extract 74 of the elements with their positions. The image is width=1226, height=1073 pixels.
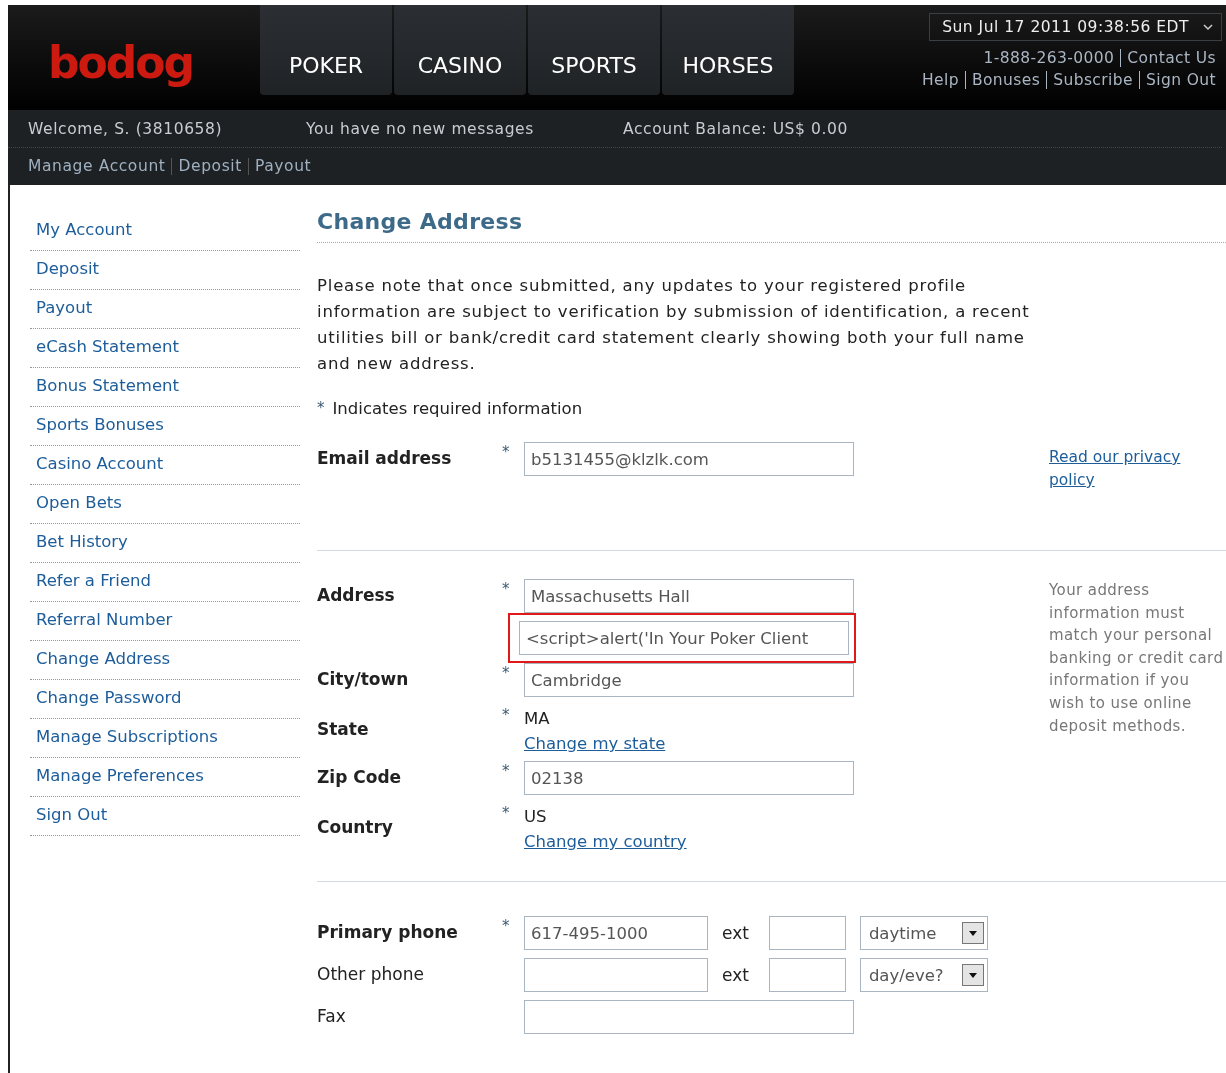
required-note: Indicates required information (332, 399, 583, 418)
text-field[interactable]: <script>alert('In Your Poker Client (519, 621, 849, 655)
field-label: State (317, 719, 369, 739)
sidebar-item[interactable]: Sports Bonuses (30, 408, 300, 446)
sidebar-item[interactable]: Referral Number (30, 603, 300, 641)
sidebar-item[interactable]: Refer a Friend (30, 564, 300, 602)
chevron-down-icon (1203, 23, 1213, 31)
required-mark: * (502, 664, 510, 682)
ext-label: ext (722, 923, 749, 943)
field-value: MA (524, 709, 551, 728)
header-link[interactable]: Contact Us (1120, 49, 1222, 67)
balance-text: Account Balance: US$ 0.00 (623, 119, 848, 138)
sidebar-item[interactable]: Bet History (30, 525, 300, 563)
date-dropdown[interactable]: Sun Jul 17 2011 09:38:56 EDT (929, 13, 1222, 41)
account-link[interactable]: Deposit (171, 158, 248, 175)
text-field[interactable]: 02138 (524, 761, 854, 795)
ext-field[interactable] (768, 958, 846, 992)
sidebar-item[interactable]: Sign Out (30, 798, 300, 836)
header-link[interactable]: Bonuses (964, 71, 1047, 89)
sidebar-item[interactable]: Deposit (30, 252, 300, 290)
field-label: Fax (317, 1006, 346, 1026)
nav-tab[interactable]: POKER (260, 5, 392, 95)
change-link[interactable]: Change my country (524, 832, 687, 851)
time-select[interactable]: daytime (859, 916, 988, 950)
sidebar-item[interactable]: Bonus Statement (30, 369, 300, 407)
sidebar-item[interactable]: Payout (30, 291, 300, 329)
phone-field[interactable]: 617-495-1000 (524, 916, 708, 950)
header-link[interactable]: Help (916, 71, 965, 89)
required-mark: * (502, 804, 510, 822)
sidebar-item[interactable]: Manage Preferences (30, 759, 300, 797)
time-select[interactable]: day/eve? (859, 958, 988, 992)
sidebar-item[interactable]: Change Password (30, 681, 300, 719)
text-field[interactable]: Cambridge (524, 663, 854, 697)
page-title: Change Address (317, 209, 1226, 243)
header-link[interactable]: Sign Out (1138, 71, 1222, 89)
privacy-link[interactable]: Read our privacy policy (1049, 446, 1224, 492)
field-label: Country (317, 817, 393, 837)
ext-field[interactable] (768, 916, 846, 950)
sidebar-item[interactable]: eCash Statement (30, 330, 300, 368)
field-value: US (524, 807, 548, 826)
address-note: Your address information must match your personal banking or credit card information if you wish to use online deposit methods. (1049, 580, 1224, 737)
field-label: City/town (317, 669, 409, 689)
field-label: Other phone (317, 964, 424, 984)
sidebar-item[interactable]: Change Address (30, 642, 300, 680)
sidebar-item[interactable]: My Account (30, 213, 300, 251)
sidebar-item[interactable]: Open Bets (30, 486, 300, 524)
phone-field[interactable] (524, 958, 708, 992)
sidebar-item[interactable]: Manage Subscriptions (30, 720, 300, 758)
field-label: Primary phone (317, 922, 458, 942)
welcome-text: Welcome, S. (3810658) (28, 119, 224, 138)
header-link[interactable]: Subscribe (1046, 71, 1139, 89)
account-link[interactable]: Manage Account (22, 158, 172, 175)
required-mark: * (502, 580, 510, 598)
account-link[interactable]: Payout (247, 158, 318, 175)
header-link[interactable]: 1-888-263-0000 (977, 49, 1121, 67)
change-link[interactable]: Change my state (524, 734, 666, 753)
required-mark: * (317, 399, 325, 418)
required-mark: * (502, 917, 510, 935)
field-label: Zip Code (317, 767, 402, 787)
field-label: Email address (317, 448, 452, 468)
sidebar-item[interactable]: Casino Account (30, 447, 300, 485)
text-field[interactable]: Massachusetts Hall (524, 579, 854, 613)
nav-tab[interactable]: HORSES (662, 5, 794, 95)
required-mark: * (502, 706, 510, 724)
nav-tab[interactable]: CASINO (394, 5, 526, 95)
messages-text: You have no new messages (306, 119, 535, 138)
intro-text: Please note that once submitted, any updates to your registered profile information are subject to verification by submission of identification, a recent utilities bill or bank/credit card statement clearly showing both your full name and new address. (317, 275, 1031, 375)
text-field[interactable]: b5131455@klzlk.com (524, 442, 854, 476)
text-field[interactable] (524, 1000, 854, 1034)
required-mark: * (502, 443, 510, 461)
field-label: Address (317, 585, 395, 605)
nav-tab[interactable]: SPORTS (528, 5, 660, 95)
required-mark: * (502, 762, 510, 780)
ext-label: ext (722, 965, 749, 985)
